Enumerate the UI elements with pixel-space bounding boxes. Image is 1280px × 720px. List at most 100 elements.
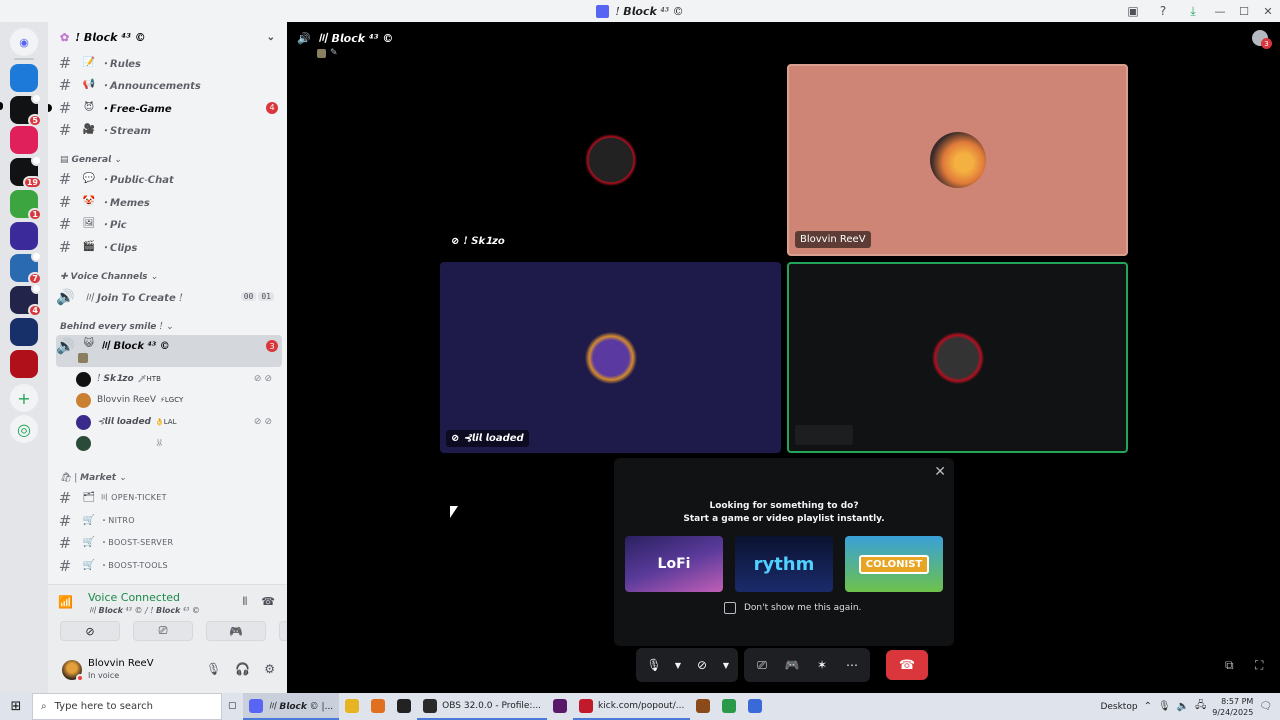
share-screen-button[interactable]: ⎚	[133, 621, 193, 641]
category-label: 𝘽𝙚𝙝𝙞𝙣𝙙 𝙚𝙫𝙚𝙧𝙮 𝙨𝙢𝙞𝙡𝙚 !	[60, 322, 163, 332]
taskbar-app[interactable]	[339, 693, 365, 720]
chevron-down-icon[interactable]: ▼	[672, 653, 684, 677]
voice-user[interactable]: Blovvin ReeV ⚡LGCY	[76, 390, 278, 410]
microphone-icon[interactable]: 🎙	[642, 653, 666, 677]
channel-boost-server[interactable]: # 🛒 ・BOOST-SERVER	[56, 532, 282, 553]
taskbar-search[interactable]: ⌕ Type here to search	[32, 693, 222, 720]
discord-home-icon[interactable]: ◉	[10, 28, 38, 56]
category-general[interactable]: ▤ 𝙂𝙚𝙣𝙚𝙧𝙖𝙡 ⌄	[60, 155, 122, 165]
server-icon[interactable]: 1	[10, 190, 42, 221]
minimize-button[interactable]: —	[1208, 0, 1232, 22]
category-behind-every-smile[interactable]: 𝘽𝙚𝙝𝙞𝙣𝙙 𝙚𝙫𝙚𝙧𝙮 𝙨𝙢𝙞𝙡𝙚 ! ⌄	[60, 322, 173, 332]
fullscreen-icon[interactable]: ⛶	[1255, 658, 1263, 673]
channel-memes[interactable]: # 🤡 ・𝙈𝙚𝙢𝙚𝙨	[56, 191, 282, 212]
help-icon[interactable]: ?	[1148, 0, 1178, 22]
activity-card-colonist[interactable]: COLONIST	[845, 536, 943, 592]
voice-connected-channel[interactable]: 〣 𝘽𝙡𝙤𝙘𝙠 ⁴³ © / ! 𝘽𝙡𝙤𝙘𝙠 ⁴³ ©	[88, 605, 200, 616]
participant-tile-sk1zo[interactable]: ⊘ ! 𝙎𝙠𝟭𝙯𝙤	[440, 64, 781, 256]
microphone-tray-icon[interactable]: 🎙	[1158, 701, 1171, 712]
notification-icon[interactable]: 🗨	[1259, 701, 1272, 712]
participant-tile-lil-loaded[interactable]: ⊘ ⊰𝙡𝙞𝙡 𝙡𝙤𝙖𝙙𝙚𝙙	[440, 262, 781, 453]
activities-button[interactable]: 🎮	[206, 621, 266, 641]
close-button[interactable]: ✕	[1256, 0, 1280, 22]
channel-open-ticket[interactable]: # 🗂 〣 OPEN-TICKET	[56, 487, 282, 508]
taskbar-app[interactable]: kick.com/popout/...	[573, 693, 691, 720]
channel-boost-tools[interactable]: # 🛒 ・BOOST-TOOLS	[56, 555, 282, 576]
server-icon[interactable]: 19	[10, 155, 42, 189]
channel-clips[interactable]: # 🎬 ・𝘾𝙡𝙞𝙥𝙨	[56, 236, 282, 257]
taskbar-app[interactable]	[716, 693, 742, 720]
volume-icon[interactable]: 🔈	[1177, 701, 1189, 712]
activity-card-lofi[interactable]: LoFi	[625, 536, 723, 592]
channel-announcements[interactable]: # 📢 ・𝘼𝙣𝙣𝙤𝙪𝙣𝙘𝙚𝙢𝙚𝙣𝙩𝙨	[56, 74, 282, 95]
server-icon[interactable]	[10, 318, 38, 346]
activities-icon[interactable]: 🎮	[780, 653, 804, 677]
server-icon[interactable]	[10, 126, 38, 154]
voice-channel-join-to-create[interactable]: 🔊 〣 𝙅𝙤𝙞𝙣 𝙏𝙤 𝘾𝙧𝙚𝙖𝙩𝙚 ! 00 01	[56, 286, 282, 307]
server-icon[interactable]	[10, 64, 38, 92]
voice-channel-block[interactable]: 🔊 😺 〣 𝘽𝙡𝙤𝙘𝙠 ⁴³ © 3	[56, 335, 282, 367]
chevron-up-icon[interactable]: ⌃	[1144, 701, 1152, 712]
windows-taskbar: ⊞ ⌕ Type here to search ▢ 〣 𝘽𝙡𝙤𝙘𝙠 © |...…	[0, 693, 1280, 720]
noise-suppression-icon[interactable]: ⦀	[242, 595, 247, 609]
channel-pic[interactable]: # 🖼 ・𝙋𝙞𝙘	[56, 213, 282, 234]
channel-free-game[interactable]: # 😈 ・𝙁𝙧𝙚𝙚-𝙂𝙖𝙢𝙚 4	[48, 97, 282, 118]
camera-off-button[interactable]: ⊘	[60, 621, 120, 641]
channel-public-chat[interactable]: # 💬 ・𝙋𝙪𝙗𝙡𝙞𝙘-𝘾𝙝𝙖𝙩	[56, 168, 282, 189]
disconnect-icon[interactable]: ☎	[261, 595, 275, 609]
chevron-down-icon[interactable]: ▼	[720, 653, 732, 677]
server-icon[interactable]: 5	[10, 93, 42, 127]
channel-rules[interactable]: # 📝 ・𝙍𝙪𝙡𝙚𝙨	[56, 52, 282, 73]
participant-name: ⊘ ! 𝙎𝙠𝟭𝙯𝙤	[446, 233, 510, 250]
gear-icon[interactable]: ⚙	[264, 662, 275, 676]
guild-header[interactable]: ✿ ! 𝘽𝙡𝙤𝙘𝙠 ⁴³ © ⌄	[48, 22, 287, 52]
add-server-button[interactable]: +	[10, 384, 38, 412]
soundboard-icon[interactable]: ✶	[810, 653, 834, 677]
taskbar-app[interactable]	[391, 693, 417, 720]
task-view-icon[interactable]: ▢	[222, 693, 243, 720]
server-icon[interactable]: 7	[10, 251, 42, 285]
participant-tile-unknown[interactable]	[787, 262, 1128, 453]
more-icon[interactable]: ⋯	[840, 653, 864, 677]
voice-user-tag: 👌LAL	[155, 418, 177, 426]
channel-nitro[interactable]: # 🛒 ・NITRO	[56, 510, 282, 531]
clock[interactable]: 8:57 PM 9/24/2025	[1212, 696, 1253, 718]
screen-icon[interactable]: ▣	[1118, 0, 1148, 22]
taskbar-app[interactable]: OBS 32.0.0 - Profile:...	[417, 693, 548, 720]
dont-show-again[interactable]: Don't show me this again.	[724, 602, 861, 614]
server-icon[interactable]: 4	[10, 283, 42, 317]
network-icon[interactable]: 🖧	[1195, 698, 1206, 715]
signal-icon[interactable]: 📶	[58, 595, 74, 611]
user-name[interactable]: Blovvin ReeV	[88, 658, 154, 669]
popout-icon[interactable]: ⧉	[1225, 658, 1234, 673]
voice-user[interactable]: 🐰	[76, 433, 278, 453]
taskbar-app[interactable]	[365, 693, 391, 720]
inbox-icon[interactable]: 3	[1252, 30, 1272, 49]
taskbar-app[interactable]	[742, 693, 768, 720]
download-icon[interactable]: ⤓	[1178, 0, 1208, 22]
voice-user[interactable]: ! 𝙎𝙠𝟭𝙯𝙤 🗡HTB ⊘ ⊘	[76, 369, 278, 389]
share-screen-icon[interactable]: ⎚	[750, 653, 774, 677]
server-icon[interactable]	[10, 222, 38, 250]
activity-card-rythm[interactable]: rythm	[735, 536, 833, 592]
voice-user[interactable]: ⊰𝙡𝙞𝙡 𝙡𝙤𝙖𝙙𝙚𝙙 👌LAL ⊘ ⊘	[76, 412, 278, 432]
microphone-icon[interactable]: 🎙	[206, 662, 221, 676]
explore-icon[interactable]: ◎	[10, 415, 38, 443]
windows-start-icon[interactable]: ⊞	[0, 693, 32, 720]
camera-off-icon[interactable]: ⊘	[690, 653, 714, 677]
close-icon[interactable]: ✕	[934, 464, 946, 480]
headphones-icon[interactable]: 🎧	[235, 662, 250, 676]
taskbar-app[interactable]	[547, 693, 573, 720]
participant-tile-blovvin[interactable]: Blovvin ReeV	[787, 64, 1128, 256]
taskbar-app[interactable]	[690, 693, 716, 720]
edit-icon[interactable]: ✎	[330, 48, 338, 58]
category-voice-channels[interactable]: ✚ 𝙑𝙤𝙞𝙘𝙚 𝘾𝙝𝙖𝙣𝙣𝙚𝙡𝙨 ⌄	[60, 272, 158, 282]
taskbar-app[interactable]: 〣 𝘽𝙡𝙤𝙘𝙠 © |...	[242, 693, 340, 720]
desktop-label[interactable]: Desktop	[1100, 702, 1137, 712]
maximize-button[interactable]: ☐	[1232, 0, 1256, 22]
channel-stream[interactable]: # 🎥 ・𝙎𝙩𝙧𝙚𝙖𝙢	[56, 119, 282, 140]
hang-up-button[interactable]: ☎	[886, 650, 928, 680]
checkbox[interactable]	[724, 602, 736, 614]
category-market[interactable]: 🛍 | 𝙈𝙖𝙧𝙠𝙚𝙩 ⌄	[60, 473, 127, 483]
server-icon[interactable]	[10, 350, 38, 378]
